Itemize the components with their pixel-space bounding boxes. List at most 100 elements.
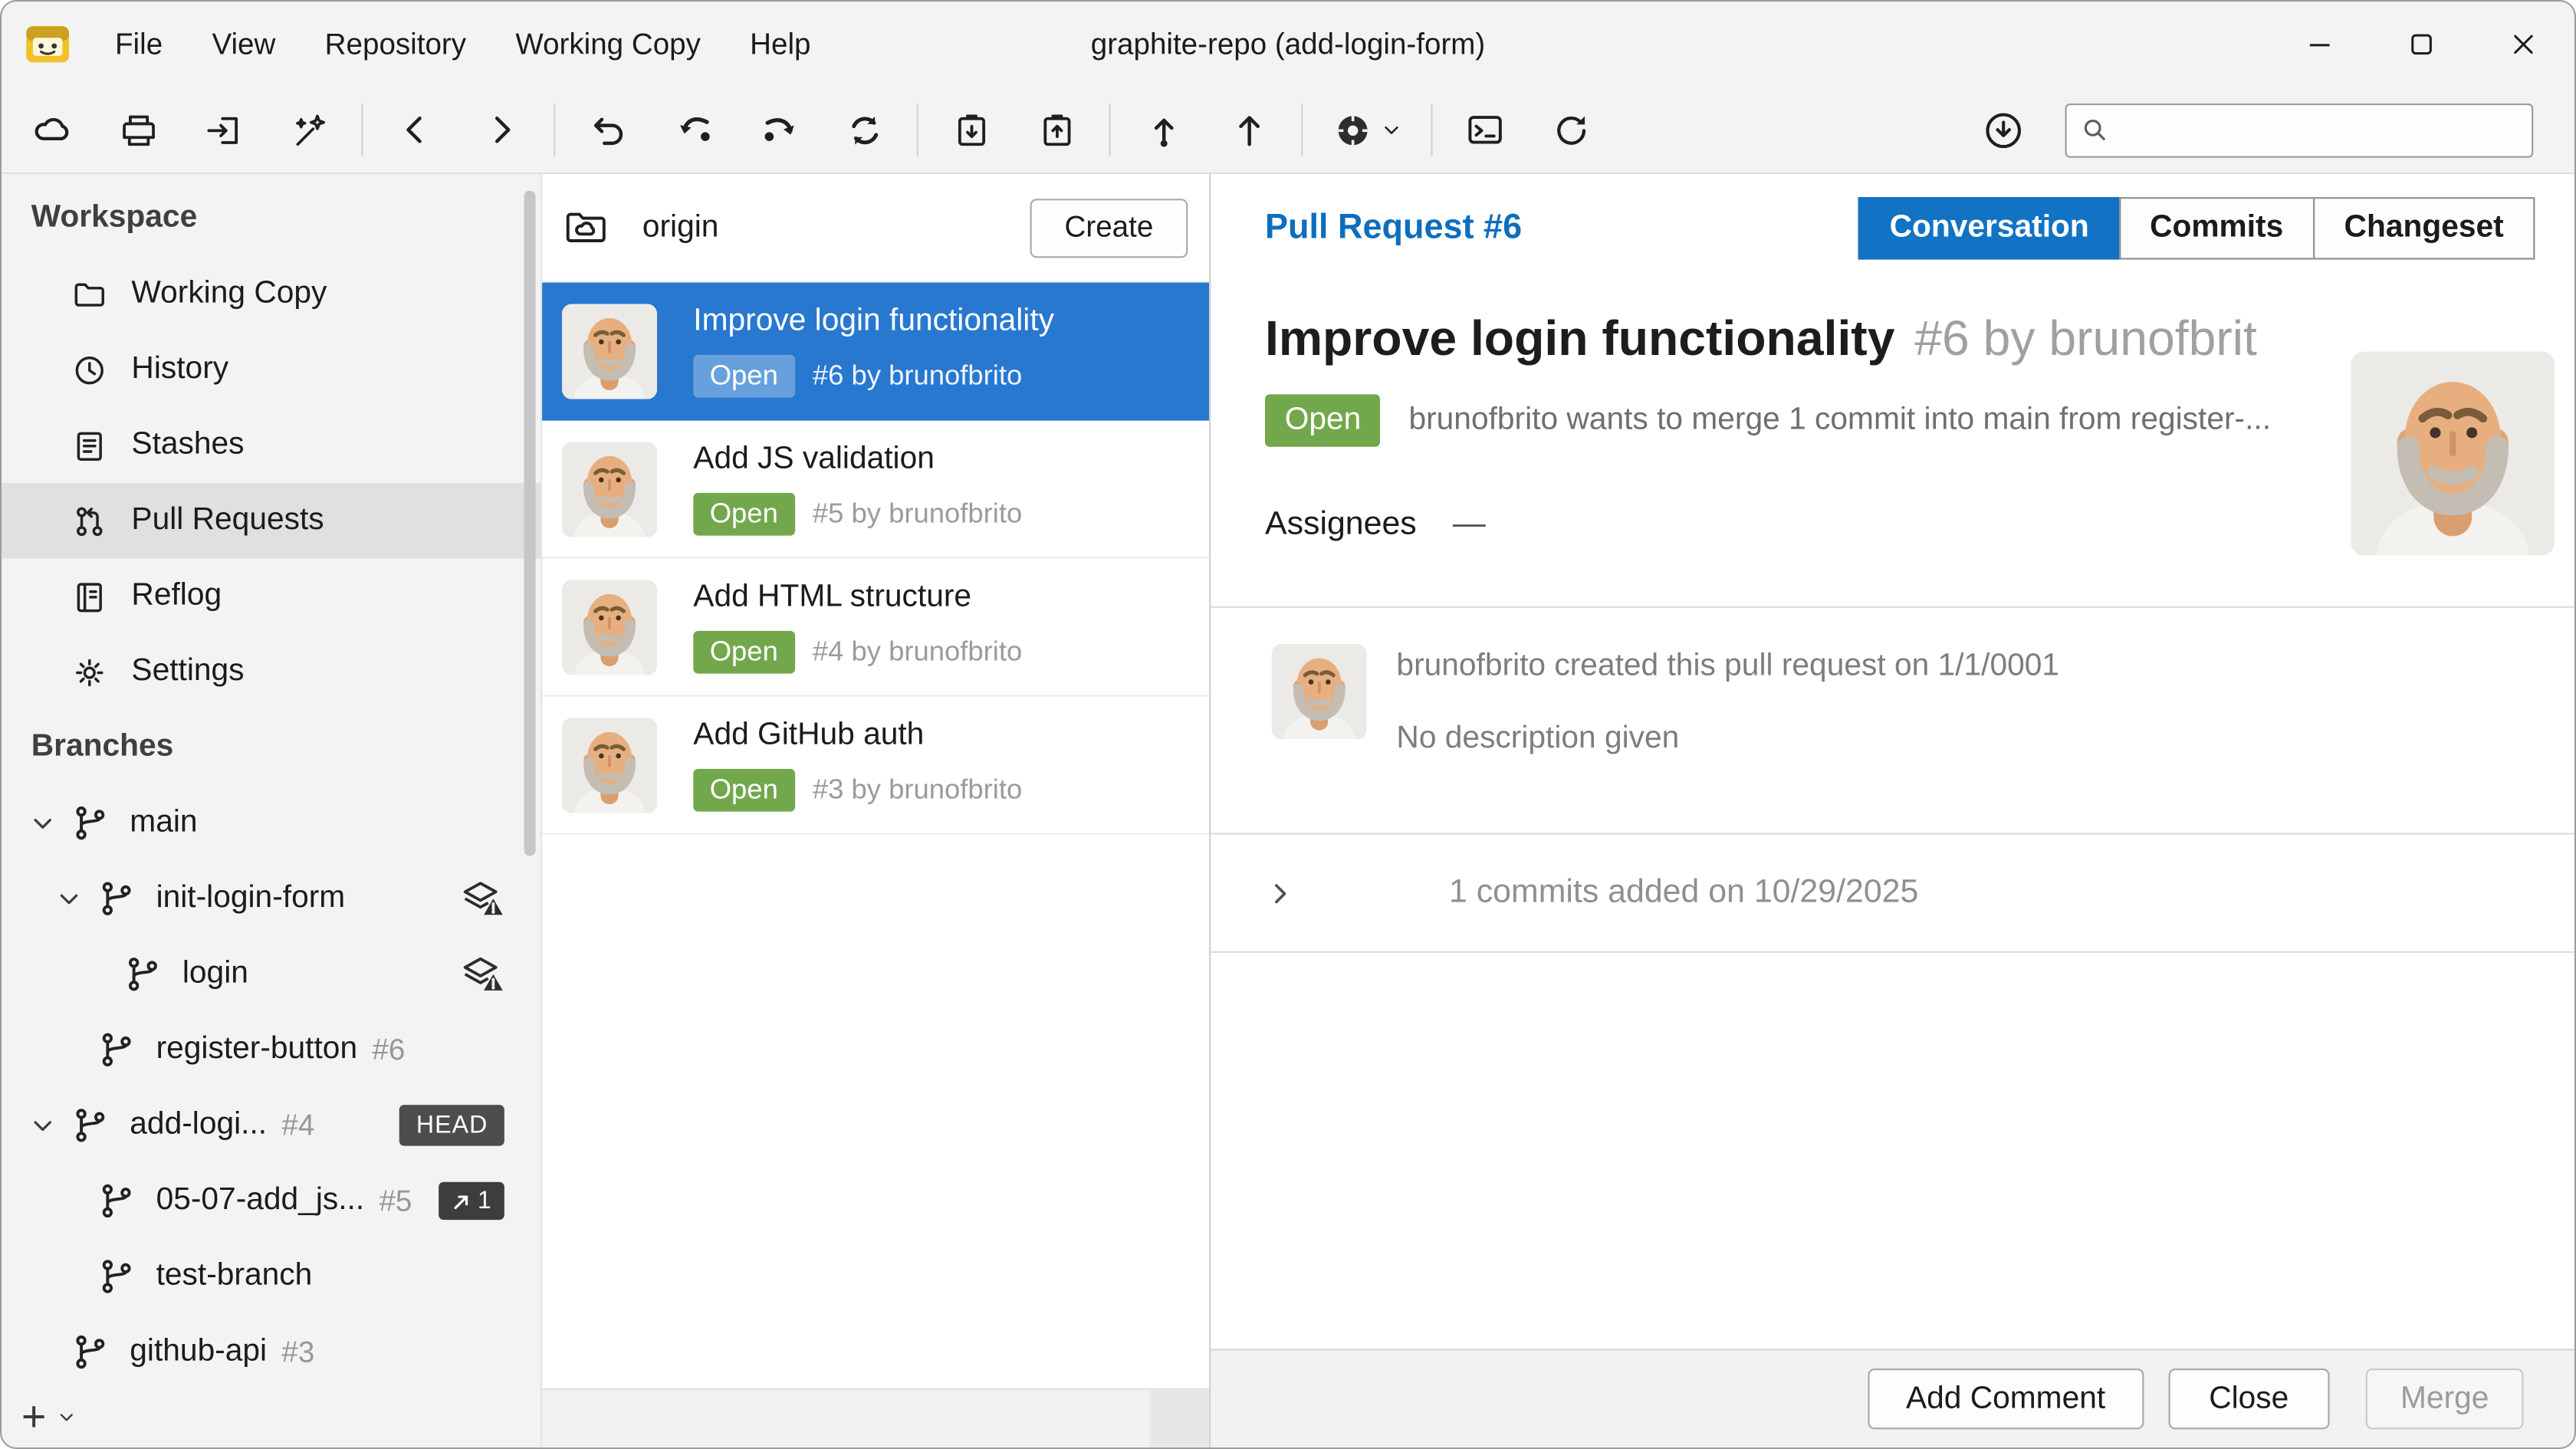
menu-file[interactable]: File [90, 2, 187, 87]
tab-commits[interactable]: Commits [2118, 197, 2315, 259]
sync-button[interactable] [821, 95, 906, 164]
branch-row-main[interactable]: main [2, 785, 540, 861]
sidebar-item-reflog[interactable]: Reflog [2, 559, 540, 635]
close-pr-button[interactable]: Close [2168, 1368, 2330, 1429]
maximize-button[interactable] [2371, 2, 2472, 87]
menu-bar: File View Repository Working Copy Help [90, 2, 836, 87]
sidebar-item-pull-requests[interactable]: Pull Requests [2, 483, 540, 559]
branch-icon [123, 955, 163, 994]
tab-conversation[interactable]: Conversation [1858, 197, 2121, 259]
branch-pr-number: #5 [379, 1184, 412, 1218]
terminal-icon [1464, 108, 1506, 151]
status-badge: Open [1265, 394, 1381, 447]
search-input[interactable] [2123, 113, 2518, 146]
cloud-icon [31, 108, 74, 151]
branch-label: add-logi... [130, 1107, 267, 1143]
branch-label: test-branch [156, 1258, 313, 1294]
undo-commit-button[interactable] [565, 95, 650, 164]
pr-title-suffix: #6 by brunofbrit [1914, 312, 2257, 366]
sidebar-item-working-copy[interactable]: Working Copy [2, 256, 540, 332]
toolbar-separator [917, 104, 918, 156]
pr-number-link[interactable]: Pull Request #6 [1265, 209, 1522, 248]
open-repo-button[interactable] [181, 95, 266, 164]
pr-item-text: Add JS validation Open #5 by brunofbrito [693, 442, 1022, 535]
pr-item-title: Add HTML structure [693, 580, 1022, 616]
add-branch-button[interactable]: + [21, 1395, 77, 1438]
branch-row-github-api[interactable]: github-api #3 [2, 1314, 540, 1390]
fetch-download-button[interactable] [1960, 95, 2045, 164]
menu-working-copy[interactable]: Working Copy [491, 2, 725, 87]
branch-icon [97, 879, 136, 918]
clone-button[interactable] [10, 95, 95, 164]
minimize-button[interactable] [2269, 2, 2371, 87]
expander-chevron-icon[interactable] [54, 884, 84, 914]
menu-help[interactable]: Help [725, 2, 836, 87]
forward-button[interactable] [458, 95, 544, 164]
cherry-pick-button[interactable] [651, 95, 736, 164]
back-button[interactable] [373, 95, 458, 164]
pr-list-item[interactable]: Add GitHub auth Open #3 by brunofbrito [542, 697, 1209, 835]
horizontal-scrollbar[interactable] [542, 1388, 1209, 1447]
pr-list-item[interactable]: Improve login functionality Open #6 by b… [542, 283, 1209, 421]
close-button[interactable] [2472, 2, 2574, 87]
sidebar-item-stashes[interactable]: Stashes [2, 407, 540, 483]
branch-label: github-api [130, 1334, 267, 1370]
create-pr-button[interactable]: Create [1030, 198, 1188, 257]
branch-row-init-login-form[interactable]: init-login-form [2, 861, 540, 937]
cherry-pick-icon [673, 110, 715, 151]
pr-item-title: Add JS validation [693, 442, 1022, 478]
pr-item-meta: #4 by brunofbrito [813, 636, 1022, 669]
sidebar: Workspace Working Copy History Stashes P… [2, 174, 540, 1447]
assignees-label: Assignees [1265, 506, 1417, 544]
revert-button[interactable] [736, 95, 821, 164]
assignees-value[interactable]: — [1453, 506, 1486, 544]
commits-collapsible-row[interactable]: 1 commits added on 10/29/2025 [1211, 835, 2574, 953]
branch-row-add-js[interactable]: 05-07-add_js... #5 1 [2, 1163, 540, 1239]
app-logo-icon [25, 25, 71, 64]
branch-row-login[interactable]: login [2, 936, 540, 1012]
pr-description-comment: brunofbrito created this pull request on… [1211, 608, 2574, 833]
menu-view[interactable]: View [187, 2, 300, 87]
branch-row-register-button[interactable]: register-button #6 [2, 1012, 540, 1088]
pull-button[interactable] [1120, 95, 1205, 164]
sidebar-scrollbar[interactable] [524, 191, 536, 856]
chevron-down-icon [56, 1405, 77, 1427]
stash-save-button[interactable] [928, 95, 1014, 164]
pr-item-text: Add GitHub auth Open #3 by brunofbrito [693, 718, 1022, 811]
chevron-down-icon [1379, 118, 1402, 141]
toolbar-separator [1431, 104, 1432, 156]
main-content: Workspace Working Copy History Stashes P… [2, 174, 2574, 1447]
merge-button[interactable]: Merge [2366, 1368, 2523, 1429]
pr-item-title: Improve login functionality [693, 304, 1054, 340]
branch-pr-number: #4 [281, 1108, 314, 1142]
sidebar-item-settings[interactable]: Settings [2, 634, 540, 710]
pr-list-item[interactable]: Add HTML structure Open #4 by brunofbrit… [542, 559, 1209, 697]
pr-item-text: Improve login functionality Open #6 by b… [693, 304, 1054, 397]
terminal-button[interactable] [1442, 95, 1527, 164]
branch-icon [71, 1332, 110, 1372]
detail-footer: Add Comment Close Merge [1211, 1349, 2574, 1447]
print-button[interactable] [95, 95, 180, 164]
sidebar-item-history[interactable]: History [2, 332, 540, 408]
auto-commit-button[interactable] [266, 95, 351, 164]
pr-item-meta: #5 by brunofbrito [813, 498, 1022, 531]
add-comment-button[interactable]: Add Comment [1868, 1368, 2144, 1429]
push-button[interactable] [1206, 95, 1291, 164]
toolbar-separator [1301, 104, 1303, 156]
expander-chevron-icon[interactable] [28, 1111, 58, 1141]
download-circle-icon [1980, 107, 2025, 152]
sidebar-item-label: Reflog [131, 578, 222, 614]
menu-repository[interactable]: Repository [301, 2, 491, 87]
account-menu-button[interactable] [1313, 95, 1421, 164]
branch-row-test-branch[interactable]: test-branch [2, 1239, 540, 1315]
pr-list-item[interactable]: Add JS validation Open #5 by brunofbrito [542, 421, 1209, 559]
stash-save-icon [951, 110, 992, 151]
branch-row-add-login[interactable]: add-logi... #4 HEAD [2, 1088, 540, 1164]
refresh-button[interactable] [1528, 95, 1613, 164]
avatar [562, 579, 657, 674]
folder-icon [71, 275, 108, 313]
stash-pop-button[interactable] [1014, 95, 1099, 164]
tab-changeset[interactable]: Changeset [2313, 197, 2535, 259]
expander-chevron-icon[interactable] [28, 808, 58, 838]
pr-item-meta: #3 by brunofbrito [813, 774, 1022, 807]
